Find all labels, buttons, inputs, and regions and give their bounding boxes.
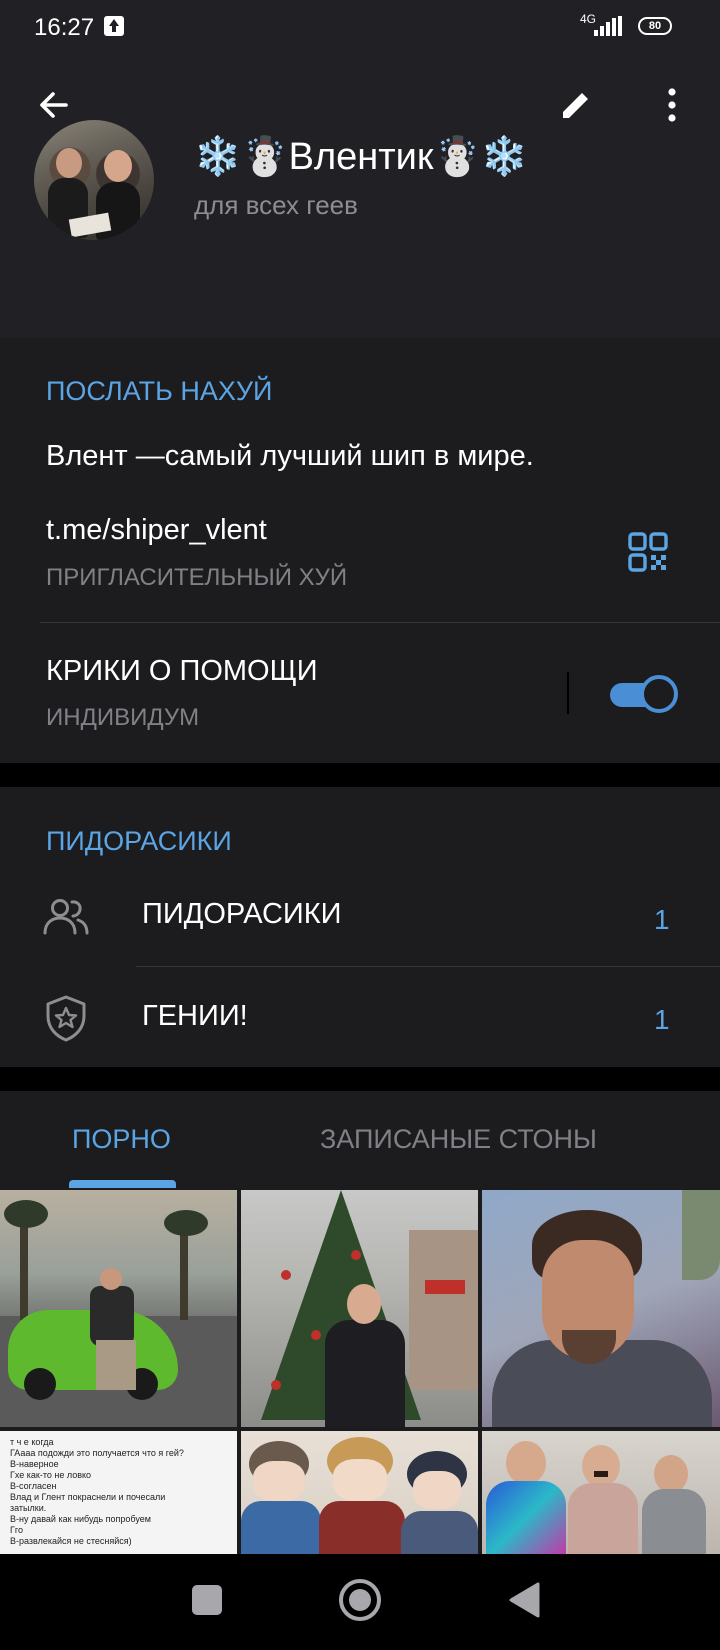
media-thumb-note[interactable]: т ч е когда ГАааа подожди это получается… <box>0 1431 237 1554</box>
note-line: Влад и Глент покраснели и почесали <box>10 1492 166 1502</box>
name-decoration-right: ☃️❄️ <box>433 136 529 178</box>
tab-recorded[interactable]: ЗАПИСАНЫЕ СТОНЫ <box>320 1124 597 1155</box>
name-text: Влентик <box>288 136 434 178</box>
active-tab-indicator <box>69 1180 176 1188</box>
recents-button[interactable] <box>179 1572 235 1628</box>
toggle-subtitle: ИНДИВИДУМ <box>46 704 200 731</box>
channel-name: ❄️☃️Влентик☃️❄️ <box>194 135 528 179</box>
note-line: затылки. <box>10 1503 47 1513</box>
note-line: Гго <box>10 1525 23 1535</box>
arrow-left-icon <box>40 92 68 118</box>
avatar[interactable] <box>34 120 154 240</box>
media-thumb-portrait[interactable] <box>482 1190 720 1427</box>
groups-section-title: ПИДОРАСИКИ <box>46 826 232 856</box>
pencil-icon <box>563 90 591 118</box>
note-line: т ч е когда <box>10 1437 54 1447</box>
channel-subtitle: для всех геев <box>194 190 358 220</box>
more-vertical-icon <box>668 88 676 122</box>
users-icon <box>43 899 89 935</box>
toggle-title: КРИКИ О ПОМОЩИ <box>46 655 318 687</box>
channel-description: Влент —самый лучший шип в мире. <box>46 440 534 472</box>
note-line: В-ну давай как нибудь попробуем <box>10 1514 151 1524</box>
invite-link[interactable]: t.me/shiper_vlent <box>46 514 267 547</box>
signal-bars-icon <box>592 16 622 36</box>
note-line: Гхе как-то не ловко <box>10 1470 92 1480</box>
note-line: В-наверное <box>10 1459 59 1469</box>
shield-star-icon <box>46 995 86 1042</box>
upload-arrow-icon <box>104 16 124 36</box>
square-icon <box>192 1585 222 1615</box>
status-time: 16:27 <box>34 14 95 41</box>
qr-code-icon[interactable] <box>628 532 668 572</box>
status-bar: 16:27 4G 80 <box>0 0 720 54</box>
invite-link-label: ПРИГЛАСИТЕЛЬНЫЙ ХУЙ <box>46 564 348 591</box>
nav-back-button[interactable] <box>496 1572 552 1628</box>
triangle-back-icon <box>509 1582 540 1618</box>
toggle-separator <box>567 672 569 714</box>
media-thumb-group[interactable] <box>482 1431 720 1554</box>
group-count: 1 <box>654 1004 670 1035</box>
help-toggle[interactable] <box>610 674 678 714</box>
edit-button[interactable] <box>548 77 604 133</box>
group-count: 1 <box>654 904 670 935</box>
group-label: ГЕНИИ! <box>142 1000 248 1032</box>
home-button[interactable] <box>332 1572 388 1628</box>
circle-home-icon <box>339 1579 381 1621</box>
group-label: ПИДОРАСИКИ <box>142 898 342 930</box>
name-decoration-left: ❄️☃️ <box>194 136 289 178</box>
more-options-button[interactable] <box>644 77 700 133</box>
media-thumb-tree[interactable] <box>241 1190 478 1427</box>
system-navigation-bar <box>0 1554 720 1650</box>
media-thumb-car[interactable] <box>0 1190 237 1427</box>
note-line: ГАааа подожди это получается что я гей? <box>10 1448 184 1458</box>
note-line: В-развлекайся не стесняйся) <box>10 1536 132 1546</box>
battery-indicator: 80 <box>638 17 672 35</box>
info-section-title: ПОСЛАТЬ НАХУЙ <box>46 376 273 406</box>
divider <box>40 622 720 623</box>
divider <box>136 966 720 967</box>
tab-porno[interactable]: ПОРНО <box>72 1124 171 1155</box>
media-thumb-anime[interactable] <box>241 1431 478 1554</box>
note-line: В-согласен <box>10 1481 57 1491</box>
